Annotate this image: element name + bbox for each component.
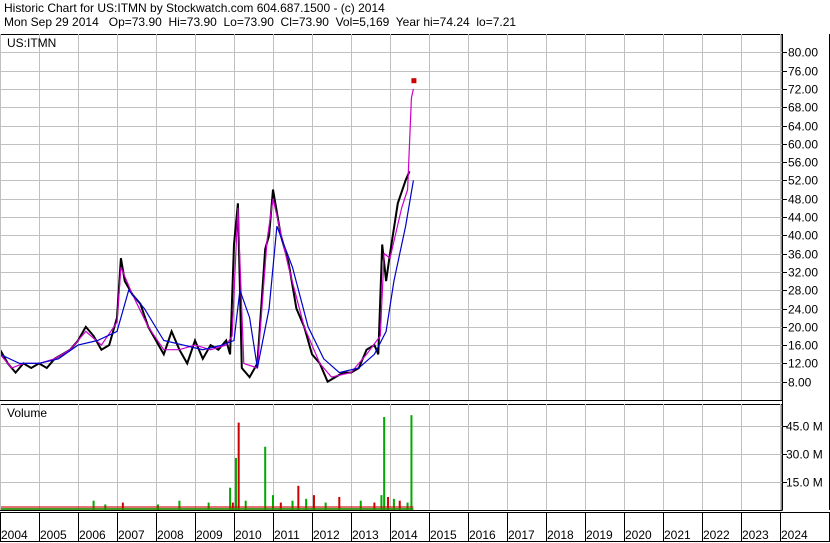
price-y-tick-label: 20.00 bbox=[788, 321, 818, 335]
volume-panel-title: Volume bbox=[7, 406, 47, 420]
price-y-tick-label: 36.00 bbox=[788, 248, 818, 262]
x-tick-label-2007: 2007 bbox=[118, 528, 145, 542]
volume-y-tick-label: 15.0 M bbox=[786, 476, 823, 490]
price-y-tick-label: 64.00 bbox=[788, 120, 818, 134]
x-tick-label-2017: 2017 bbox=[508, 528, 535, 542]
x-tick-label-2020: 2020 bbox=[625, 528, 652, 542]
volume-y-tick-label: 45.0 M bbox=[786, 420, 823, 434]
x-tick-label-2021: 2021 bbox=[664, 528, 691, 542]
price-y-tick-label: 16.00 bbox=[788, 339, 818, 353]
x-tick-label-2023: 2023 bbox=[742, 528, 769, 542]
x-tick-label-2013: 2013 bbox=[352, 528, 379, 542]
x-tick-label-2009: 2009 bbox=[196, 528, 223, 542]
x-tick-label-2024: 2024 bbox=[781, 528, 808, 542]
price-y-tick-label: 56.00 bbox=[788, 156, 818, 170]
x-tick-label-2018: 2018 bbox=[547, 528, 574, 542]
x-tick-label-2011: 2011 bbox=[274, 528, 300, 542]
chart-root: Historic Chart for US:ITMN by Stockwatch… bbox=[0, 0, 830, 543]
price-y-tick-label: 40.00 bbox=[788, 229, 818, 243]
price-y-tick-label: 72.00 bbox=[788, 83, 818, 97]
price-y-tick-label: 76.00 bbox=[788, 65, 818, 79]
volume-bar bbox=[264, 446, 267, 510]
volume-baseline-green bbox=[1, 508, 414, 510]
x-tick-label-2015: 2015 bbox=[430, 528, 457, 542]
price-y-tick-label: 44.00 bbox=[788, 211, 818, 225]
price-y-tick-label: 32.00 bbox=[788, 266, 818, 280]
x-tick-label-2014: 2014 bbox=[391, 528, 418, 542]
x-tick-label-2022: 2022 bbox=[703, 528, 730, 542]
price-y-tick-label: 48.00 bbox=[788, 193, 818, 207]
x-tick-label-2004: 2004 bbox=[1, 528, 28, 542]
x-tick-label-2006: 2006 bbox=[79, 528, 106, 542]
volume-bar bbox=[383, 417, 386, 510]
price-y-tick-label: 60.00 bbox=[788, 138, 818, 152]
volume-bar bbox=[237, 422, 240, 510]
x-tick-label-2008: 2008 bbox=[157, 528, 184, 542]
x-tick-label-2005: 2005 bbox=[40, 528, 67, 542]
chart-canvas: 2004 2005 2006 2007 2008 2009 2010 2011 2012 2013… bbox=[0, 34, 830, 542]
price-y-tick-label: 8.00 bbox=[788, 376, 812, 390]
price-y-tick-label: 68.00 bbox=[788, 101, 818, 115]
price-y-tick-label: 28.00 bbox=[788, 284, 818, 298]
x-tick-label-2010: 2010 bbox=[235, 528, 262, 542]
volume-bar bbox=[234, 457, 237, 510]
price-panel-title: US:ITMN bbox=[7, 36, 56, 50]
x-tick-label-2012: 2012 bbox=[313, 528, 340, 542]
last-price-marker bbox=[411, 78, 417, 84]
price-y-tick-label: 52.00 bbox=[788, 174, 818, 188]
x-tick-label-2016: 2016 bbox=[469, 528, 496, 542]
x-tick-label-2019: 2019 bbox=[586, 528, 613, 542]
price-y-tick-label: 24.00 bbox=[788, 303, 818, 317]
volume-bar bbox=[410, 415, 413, 510]
price-y-tick-label: 12.00 bbox=[788, 357, 818, 371]
price-y-tick-label: 80.00 bbox=[788, 46, 818, 60]
volume-y-tick-label: 30.0 M bbox=[786, 448, 823, 462]
